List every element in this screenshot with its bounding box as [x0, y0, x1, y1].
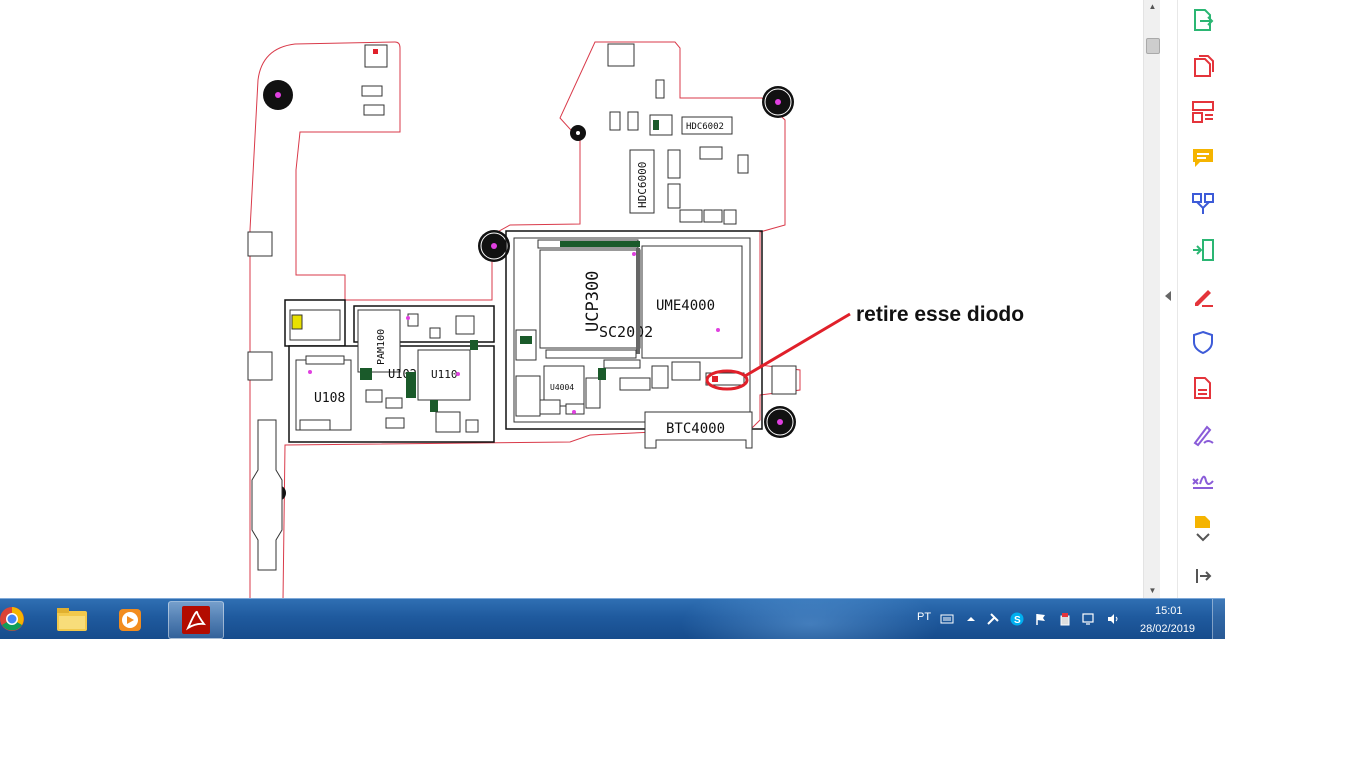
- protect-icon[interactable]: [1190, 329, 1216, 355]
- volume-icon[interactable]: [1106, 612, 1120, 626]
- taskbar-file-explorer-button[interactable]: [45, 601, 99, 637]
- hdc6000-label: HDC6000: [636, 162, 649, 208]
- tools-tray-icon[interactable]: [986, 612, 1000, 626]
- skype-icon[interactable]: S: [1010, 612, 1024, 626]
- collapse-pane-handle-icon[interactable]: [1165, 291, 1171, 301]
- chevron-down-icon[interactable]: [1190, 528, 1216, 548]
- tools-pane: [1177, 0, 1226, 598]
- mounting-hole-3: [478, 230, 510, 262]
- chrome-icon: [0, 607, 24, 631]
- language-indicator[interactable]: PT: [917, 611, 931, 623]
- taskbar-media-player-button[interactable]: [103, 601, 157, 637]
- pam100-label: PAM100: [376, 329, 387, 365]
- taskbar-chrome-button[interactable]: [0, 601, 44, 637]
- hdc6002-label: HDC6002: [686, 122, 724, 132]
- show-desktop-button[interactable]: [1212, 599, 1225, 639]
- sc2002-label: SC2002: [599, 323, 653, 341]
- combine-files-icon[interactable]: [1190, 191, 1216, 217]
- comment-icon[interactable]: [1190, 145, 1216, 171]
- pane-gutter: [1160, 0, 1177, 598]
- fill-sign-icon[interactable]: [1190, 283, 1216, 309]
- ume4000-label: UME4000: [656, 298, 715, 314]
- action-center-flag-icon[interactable]: [1034, 612, 1048, 626]
- keyboard-icon[interactable]: [940, 612, 954, 626]
- clock-date[interactable]: 28/02/2019: [1140, 623, 1195, 635]
- highlight-arrow: [744, 312, 851, 378]
- pdf-document-view[interactable]: HDC6000 HDC6002 U108 PAM100 U110 U102 UC…: [0, 0, 1143, 598]
- acrobat-icon: [182, 606, 210, 634]
- pcb-schematic: HDC6000 HDC6002 U108 PAM100 U110 U102 UC…: [247, 41, 851, 598]
- safely-remove-hardware-icon[interactable]: [1058, 612, 1072, 626]
- u4004-label: U4004: [550, 383, 574, 392]
- svg-text:S: S: [1014, 615, 1021, 626]
- mounting-hole-4: [764, 406, 796, 438]
- taskbar: PT S 15:01 28/02/2019: [0, 598, 1225, 639]
- edit-sign-icon[interactable]: [1190, 421, 1216, 447]
- signature-icon[interactable]: [1190, 467, 1216, 493]
- scroll-up-arrow[interactable]: ▲: [1144, 0, 1161, 14]
- network-icon[interactable]: [1082, 612, 1096, 626]
- organize-pages-icon[interactable]: [1190, 99, 1216, 125]
- folder-icon: [57, 608, 87, 631]
- export-pdf-icon[interactable]: [1190, 7, 1216, 33]
- annotation-text: retire esse diodo: [856, 303, 1025, 326]
- mounting-hole-2: [762, 86, 794, 118]
- media-player-icon: [119, 609, 141, 631]
- compress-icon[interactable]: [1190, 237, 1216, 263]
- collapse-pane-icon[interactable]: [1190, 565, 1216, 587]
- export-red-icon[interactable]: [1190, 375, 1216, 401]
- small-hole-1: [570, 125, 586, 141]
- btc4000-label: BTC4000: [666, 421, 725, 437]
- create-pdf-icon[interactable]: [1190, 53, 1216, 79]
- clock-time[interactable]: 15:01: [1155, 605, 1183, 617]
- scroll-down-arrow[interactable]: ▼: [1144, 584, 1161, 598]
- show-hidden-icons-icon[interactable]: [964, 612, 978, 626]
- vertical-scrollbar[interactable]: ▲ ▼: [1143, 0, 1161, 598]
- scroll-thumb[interactable]: [1146, 38, 1160, 54]
- u110-label: U110: [431, 368, 458, 381]
- taskbar-acrobat-button[interactable]: [168, 601, 224, 639]
- mounting-hole-1: [263, 80, 293, 110]
- u108-label: U108: [314, 391, 345, 406]
